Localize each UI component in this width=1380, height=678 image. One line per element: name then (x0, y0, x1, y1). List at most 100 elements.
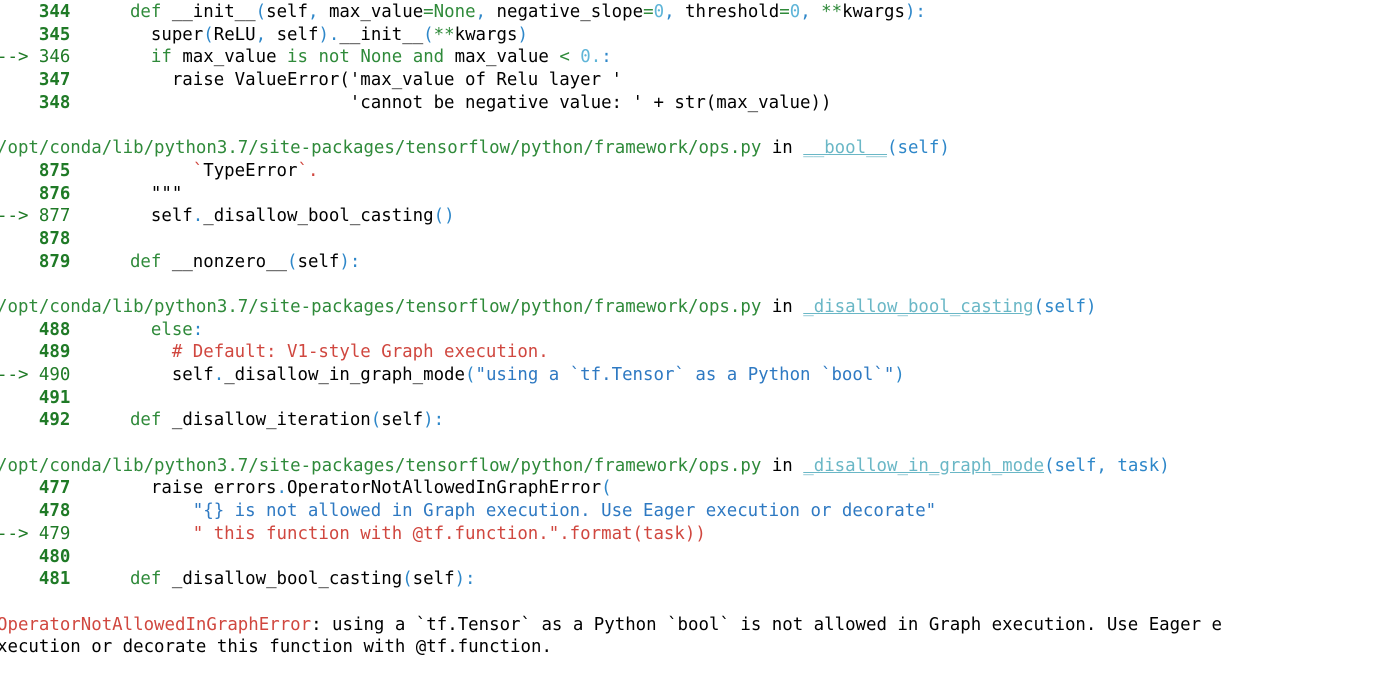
line-number: 877 (38, 206, 71, 227)
error-spacer (0, 591, 1222, 614)
code-token: self (266, 2, 308, 22)
line-number-gutter: 878 (0, 228, 109, 251)
code-token: ) (894, 365, 905, 385)
error-type: OperatorNotAllowedInGraphError (0, 614, 312, 635)
code-token: threshold (685, 2, 780, 22)
code-token: def (129, 569, 162, 590)
code-token: self (109, 365, 214, 385)
line-number-gutter: 344 (0, 1, 109, 24)
code-token: . (192, 206, 204, 227)
code-token: ): (904, 2, 926, 22)
frame-function-name: _disallow_bool_casting (803, 296, 1034, 317)
code-token: _disallow_bool_casting (203, 206, 434, 227)
source-code: " this function with @tf.function.".form… (109, 524, 706, 544)
code-line: 347 raise ValueError('max_value of Relu … (0, 69, 1222, 92)
line-number: 478 (38, 501, 71, 522)
code-token: is (287, 47, 308, 68)
line-number-gutter: 480 (0, 546, 109, 569)
frame-header: /opt/conda/lib/python3.7/site-packages/t… (0, 137, 1222, 160)
code-token: = (423, 2, 434, 22)
frame-function-args: (self, task) (1044, 455, 1170, 476)
current-line-arrow: --> (0, 523, 29, 544)
frame-header: /opt/conda/lib/python3.7/site-packages/t… (0, 296, 1222, 319)
code-token: self (412, 569, 455, 590)
frame-in-keyword: in (771, 296, 793, 317)
line-number-gutter: 481 (0, 568, 109, 591)
source-code: def __init__(self, max_value=None, negat… (109, 2, 926, 22)
frame-spacer (0, 273, 1222, 296)
code-token: ( (402, 569, 413, 590)
source-code: if max_value is not None and max_value <… (109, 47, 612, 67)
line-number: 477 (38, 478, 71, 499)
code-token: , (475, 2, 497, 22)
source-code: "{} is not allowed in Graph execution. U… (109, 501, 936, 521)
code-token: and (412, 47, 445, 68)
source-code: super(ReLU, self).__init__(**kwargs) (109, 25, 528, 45)
code-token: max_value (171, 47, 288, 68)
code-token: 0 (789, 2, 801, 22)
line-number-gutter: 491 (0, 387, 109, 410)
line-number-gutter: 489 (0, 341, 109, 364)
line-number: 875 (38, 160, 71, 181)
code-line: 488 else: (0, 319, 1222, 342)
code-token: . (276, 478, 288, 499)
code-token: self (381, 410, 424, 431)
code-token: negative_slope (496, 2, 644, 22)
source-code: def _disallow_iteration(self): (109, 410, 444, 430)
frame-spacer (0, 114, 1222, 137)
code-token: self (109, 206, 193, 227)
code-line: 879 def __nonzero__(self): (0, 251, 1222, 274)
code-token: . (213, 365, 225, 385)
current-line-arrow: --> (0, 365, 29, 385)
code-token: `. (297, 160, 319, 181)
line-number: 876 (38, 183, 71, 204)
source-code: else: (109, 320, 203, 340)
source-code: raise errors.OperatorNotAllowedInGraphEr… (109, 478, 612, 498)
source-code: raise ValueError('max_value of Relu laye… (109, 70, 622, 90)
code-token: ): (454, 569, 476, 590)
code-line: 481 def _disallow_bool_casting(self): (0, 568, 1222, 591)
code-token: : (192, 319, 204, 340)
code-token: self (276, 24, 319, 45)
code-line: 875 `TypeError`. (0, 160, 1222, 183)
code-token: else (150, 319, 193, 340)
code-token: kwargs (842, 2, 905, 22)
code-token: ). (318, 24, 340, 45)
code-line: 477 raise errors.OperatorNotAllowedInGra… (0, 477, 1222, 500)
frame-function-args: (self) (887, 138, 950, 159)
code-line: 478 "{} is not allowed in Graph executio… (0, 500, 1222, 523)
code-token: ( (370, 410, 382, 431)
source-code: """ (109, 184, 182, 204)
code-token: ** (821, 2, 843, 22)
source-code: self._disallow_bool_casting() (109, 206, 455, 226)
line-number-gutter: 875 (0, 160, 109, 183)
line-number-gutter: 347 (0, 69, 109, 92)
line-number: 345 (38, 24, 71, 45)
code-token: # Default: V1-style Graph execution. (171, 342, 549, 363)
frame-file-path: /opt/conda/lib/python3.7/site-packages/t… (0, 138, 762, 159)
error-message: : using a `tf.Tensor` as a Python `bool`… (311, 614, 1223, 635)
code-token: ** (433, 24, 455, 45)
code-line: 878 (0, 228, 1222, 251)
line-number-gutter: 348 (0, 92, 109, 115)
code-token: 'cannot be negative value: ' + str(max_v… (109, 92, 832, 113)
line-number-gutter: --> 346 (0, 46, 109, 69)
source-code: 'cannot be negative value: ' + str(max_v… (109, 92, 832, 113)
code-token: None (360, 47, 403, 68)
code-line: --> 877 self._disallow_bool_casting() (0, 205, 1222, 228)
frame-file-path: /opt/conda/lib/python3.7/site-packages/t… (0, 455, 762, 476)
line-number-gutter: --> 877 (0, 205, 109, 228)
code-line: 492 def _disallow_iteration(self): (0, 409, 1222, 432)
line-number: 491 (38, 387, 71, 408)
source-code: def __nonzero__(self): (109, 252, 360, 272)
code-line: --> 346 if max_value is not None and max… (0, 46, 1222, 69)
line-number-gutter: --> 490 (0, 364, 109, 387)
